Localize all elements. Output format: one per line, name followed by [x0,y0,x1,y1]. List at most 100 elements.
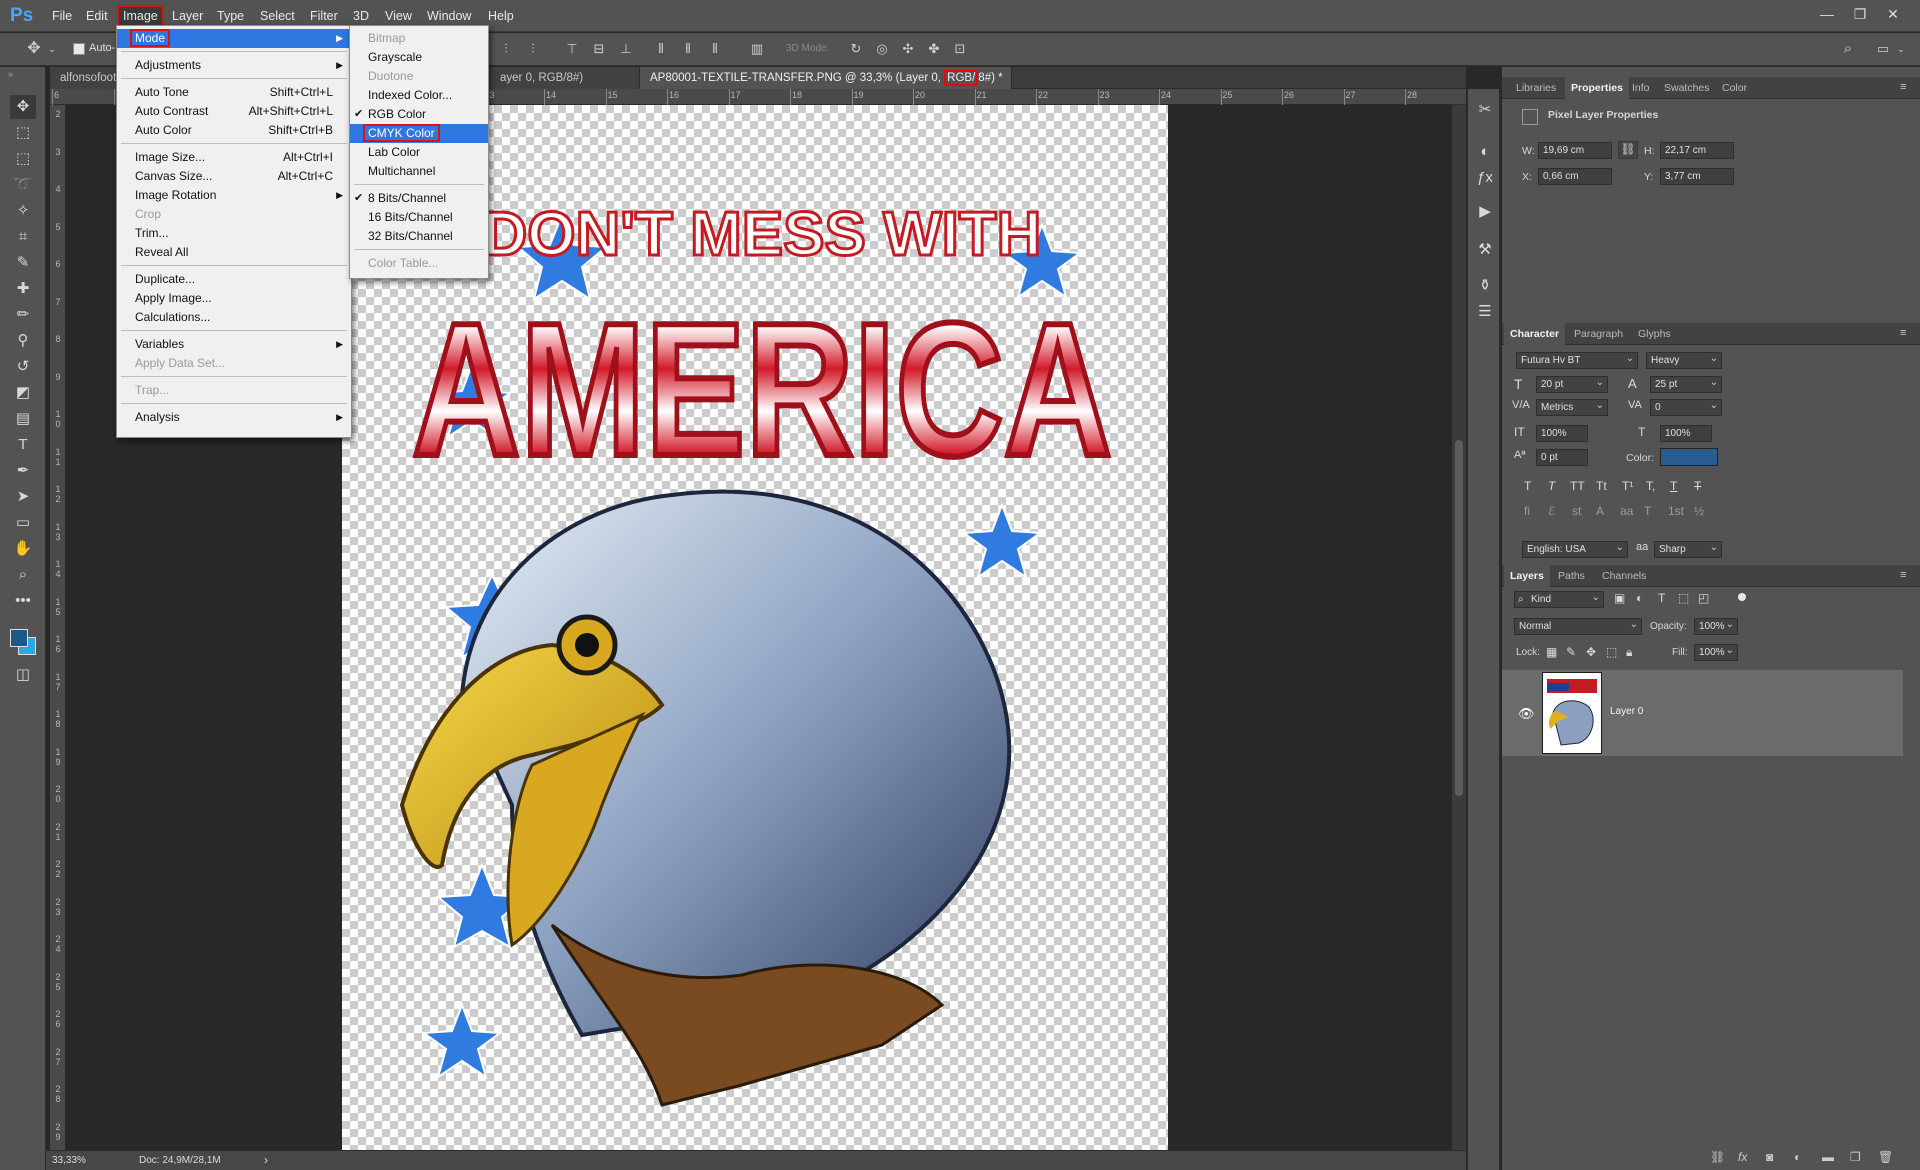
filter-type-icon[interactable]: T [1658,591,1665,605]
menu-item-multichannel[interactable]: Multichannel [350,162,488,181]
align-icon[interactable]: ⫶ [498,41,514,57]
menu-item-auto-contrast[interactable]: Auto Contrast Alt+Shift+Ctrl+L [117,102,351,121]
tab-channels[interactable]: Channels [1596,565,1652,587]
tab-libraries[interactable]: Libraries [1510,77,1562,99]
3d-drag-icon[interactable]: ✣ [900,41,916,57]
auto-select-checkbox[interactable] [73,43,85,55]
menu-item-auto-tone[interactable]: Auto Tone Shift+Ctrl+L [117,83,351,102]
distribute-icon[interactable]: ⫴ [680,41,696,57]
menu-item-image-rotation[interactable]: Image Rotation ▶ [117,186,351,205]
tab-character[interactable]: Character [1504,323,1566,345]
discretionary-ligatures-button[interactable]: st [1572,504,1581,518]
antialias-select[interactable]: Sharp [1654,540,1722,558]
more-tools-icon[interactable]: ••• [10,589,36,613]
menu-view[interactable]: View [381,7,416,25]
layer-name[interactable]: Layer 0 [1610,706,1643,717]
menu-item-grayscale[interactable]: Grayscale [350,48,488,67]
clone-source-icon[interactable]: ⚱ [1474,275,1496,297]
brush-tool-icon[interactable]: ✏ [10,303,36,327]
menu-help[interactable]: Help [484,7,518,25]
search-icon[interactable]: ⌕ [1840,41,1856,57]
leading-select[interactable]: 25 pt [1650,375,1722,393]
menu-item-mode[interactable]: Mode ▶ [117,29,351,48]
tab-paths[interactable]: Paths [1552,565,1591,587]
lock-pixels-icon[interactable]: ✎ [1566,645,1576,659]
lasso-tool-icon[interactable]: ➰ [10,173,36,197]
align-top-icon[interactable]: ⊤ [564,41,580,57]
lock-position-icon[interactable]: ✥ [1586,645,1596,659]
3d-rotate-icon[interactable]: ↻ [848,41,864,57]
align-middle-icon[interactable]: ⊟ [591,41,607,57]
new-layer-icon[interactable]: ❐ [1850,1150,1861,1164]
menu-item-image-size[interactable]: Image Size... Alt+Ctrl+I [117,148,351,167]
menu-item-16-bits-channel[interactable]: 16 Bits/Channel [350,208,488,227]
foreground-color-swatch[interactable] [10,629,28,647]
link-icon[interactable]: ⛓ [1710,1150,1725,1164]
font-family-select[interactable]: Futura Hv BT [1516,351,1638,369]
lock-transparent-icon[interactable]: ▦ [1546,645,1557,659]
play-icon[interactable]: ▶ [1474,201,1496,223]
filter-toggle-icon[interactable] [1738,593,1746,601]
opacity-select[interactable]: 100% [1694,617,1738,635]
align-icon[interactable]: ⫶ [525,41,541,57]
crop-tool-icon[interactable]: ⌗ [10,225,36,249]
history-brush-icon[interactable]: ↺ [10,355,36,379]
zoom-tool-icon[interactable]: ⌕ [10,563,36,587]
fx-icon[interactable]: fx [1738,1150,1747,1164]
artboard-tool-icon[interactable]: ⬚ [10,121,36,145]
ordinals-button[interactable]: 1st [1668,504,1684,518]
tab-document-active[interactable]: AP80001-TEXTILE-TRANSFER.PNG @ 33,3% (La… [640,67,1012,89]
workspace-icon[interactable]: ▭ [1875,41,1891,57]
language-select[interactable]: English: USA [1522,540,1628,558]
tool-preset-chevron-icon[interactable]: ⌄ [44,41,60,57]
tab-paragraph[interactable]: Paragraph [1568,323,1629,345]
auto-align-icon[interactable]: ▥ [749,41,765,57]
minimize-icon[interactable]: — [1813,4,1841,24]
faux-italic-button[interactable]: T [1548,479,1555,493]
brush-settings-icon[interactable]: ⚒ [1474,239,1496,261]
3d-slide-icon[interactable]: ✤ [926,41,942,57]
baseline-shift-field[interactable]: 0 pt [1536,449,1588,466]
faux-bold-button[interactable]: T [1524,479,1531,493]
tab-document-2[interactable]: ayer 0, RGB/8#) [490,67,640,89]
font-style-select[interactable]: Heavy [1646,351,1722,369]
path-selection-icon[interactable]: ➤ [10,485,36,509]
menu-item-canvas-size[interactable]: Canvas Size... Alt+Ctrl+C [117,167,351,186]
tab-color[interactable]: Color [1716,77,1753,99]
gradient-tool-icon[interactable]: ▤ [10,407,36,431]
menu-item-analysis[interactable]: Analysis ▶ [117,408,351,427]
filter-adjustment-icon[interactable]: ◐ [1636,591,1643,605]
filter-smart-object-icon[interactable]: ◰ [1698,591,1709,605]
width-field[interactable]: 19,69 cm [1538,142,1612,159]
eye-visibility-icon[interactable]: 👁︎ [1518,706,1535,722]
tab-swatches[interactable]: Swatches [1658,77,1716,99]
tools-icon[interactable]: ✂ [1474,99,1496,121]
swash-button[interactable]: A [1596,504,1604,518]
x-field[interactable]: 0,66 cm [1538,168,1612,185]
menu-item-reveal-all[interactable]: Reveal All [117,243,351,262]
distribute-icon[interactable]: ⫴ [707,41,723,57]
menu-item-apply-image[interactable]: Apply Image... [117,289,351,308]
font-size-select[interactable]: 20 pt [1536,375,1608,393]
panel-menu-icon[interactable]: ≡ [1900,569,1906,581]
titling-alternates-button[interactable]: T [1644,504,1651,518]
menu-filter[interactable]: Filter [306,7,342,25]
status-arrow-icon[interactable]: › [264,1153,268,1167]
contextual-alternates-button[interactable]: ℰ [1548,504,1555,518]
menu-image[interactable]: Image [117,5,164,27]
menu-window[interactable]: Window [423,7,475,25]
sliders-icon[interactable]: ☰ [1474,301,1496,323]
3d-scale-icon[interactable]: ⊡ [952,41,968,57]
ligatures-button[interactable]: fi [1524,504,1530,518]
close-icon[interactable]: ✕ [1879,4,1907,24]
vertical-scroll-thumb[interactable] [1455,440,1463,796]
menu-file[interactable]: File [48,7,76,25]
subscript-button[interactable]: T, [1646,479,1655,493]
superscript-button[interactable]: T¹ [1622,479,1633,493]
vertical-scale-field[interactable]: 100% [1536,425,1588,442]
link-icon[interactable]: ⛓ [1618,141,1638,159]
marquee-tool-icon[interactable]: ⬚ [10,147,36,171]
adjustments-icon[interactable]: ◐ [1474,141,1496,163]
chevron-down-icon[interactable]: ⌄ [1893,41,1909,57]
menu-item-rgb-color[interactable]: ✔ RGB Color [350,105,488,124]
